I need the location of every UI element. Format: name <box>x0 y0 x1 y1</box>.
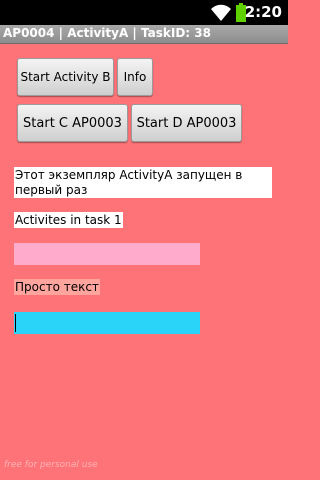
clock: 2:20 <box>244 3 282 21</box>
start-c-button[interactable]: Start C AP0003 <box>17 104 128 142</box>
window-title: AP0004 | ActivityA | TaskID: 38 <box>3 26 211 40</box>
title-bar: AP0004 | ActivityA | TaskID: 38 <box>0 25 288 44</box>
status-bar: 2:20 <box>0 0 288 25</box>
wifi-icon <box>211 4 231 21</box>
start-activity-b-button[interactable]: Start Activity B <box>17 58 114 96</box>
start-d-button[interactable]: Start D AP0003 <box>131 104 242 142</box>
plain-text-label: Просто текст <box>14 279 100 295</box>
activities-label: Activites in task 1 <box>14 212 123 228</box>
info-button[interactable]: Info <box>117 58 153 96</box>
activities-list <box>14 243 200 265</box>
text-cursor <box>15 314 16 332</box>
text-input[interactable] <box>14 312 200 334</box>
watermark: free for personal use <box>4 460 98 470</box>
instance-message: Этот экземпляр ActivityA запущен в первы… <box>14 167 272 198</box>
